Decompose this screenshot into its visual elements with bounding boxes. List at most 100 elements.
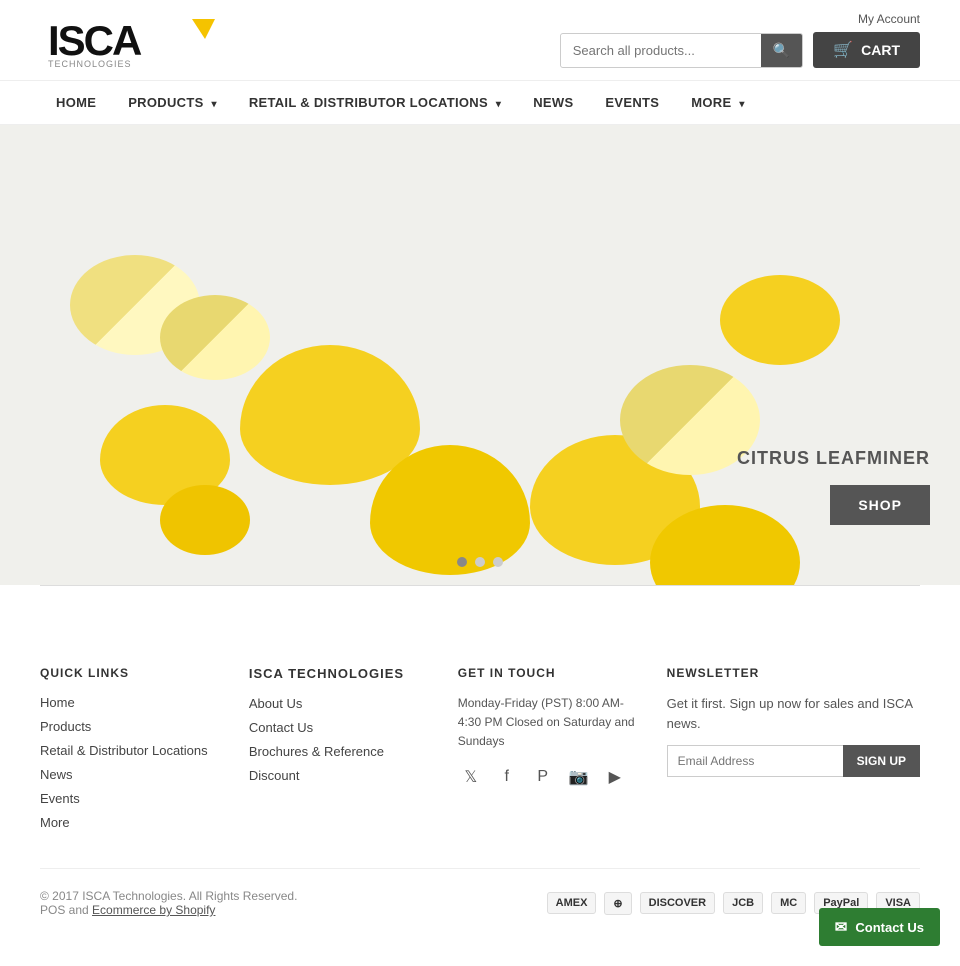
retail-dropdown-arrow: ▾ xyxy=(496,99,501,110)
footer-link-home[interactable]: Home xyxy=(40,695,75,710)
footer-newsletter: NEWSLETTER Get it first. Sign up now for… xyxy=(667,666,920,838)
instagram-icon[interactable]: 📷 xyxy=(566,764,592,790)
footer-link-news[interactable]: News xyxy=(40,767,73,782)
cart-icon: 🛒 xyxy=(833,40,853,60)
header-top: ISCA TECHNOLOGIES My Account 🔍 🛒 CA xyxy=(0,0,960,80)
quick-links-title: QUICK LINKS xyxy=(40,666,219,680)
carousel-dot-2[interactable] xyxy=(475,557,485,567)
footer-quick-links: QUICK LINKS Home Products Retail & Distr… xyxy=(40,666,219,838)
amex-icon: AMEX xyxy=(547,892,597,914)
shop-button[interactable]: SHOP xyxy=(830,485,930,525)
list-item: Contact Us xyxy=(249,719,428,735)
list-item: Retail & Distributor Locations xyxy=(40,742,219,758)
logo[interactable]: ISCA TECHNOLOGIES xyxy=(40,10,220,70)
newsletter-desc: Get it first. Sign up now for sales and … xyxy=(667,694,920,733)
nav-list: HOME PRODUCTS ▾ RETAIL & DISTRIBUTOR LOC… xyxy=(40,81,920,124)
facebook-icon[interactable]: f xyxy=(494,764,520,790)
get-in-touch-title: GET IN TOUCH xyxy=(458,666,637,680)
hero-overlay: CITRUS LEAFMINER SHOP xyxy=(624,125,960,585)
newsletter-signup-button[interactable]: SIGN UP xyxy=(843,745,920,777)
footer-link-products[interactable]: Products xyxy=(40,719,91,734)
footer-link-retail[interactable]: Retail & Distributor Locations xyxy=(40,743,208,758)
search-bar: 🔍 xyxy=(560,33,803,68)
logo-area: ISCA TECHNOLOGIES xyxy=(40,10,220,70)
youtube-icon[interactable]: ▶ xyxy=(602,764,628,790)
header-actions: 🔍 🛒 CART xyxy=(560,32,920,68)
list-item: Events xyxy=(40,790,219,806)
carousel-dots xyxy=(457,557,503,567)
pinterest-icon[interactable]: P xyxy=(530,764,556,790)
search-input[interactable] xyxy=(561,35,761,66)
carousel-dot-3[interactable] xyxy=(493,557,503,567)
footer-copyright: © 2017 ISCA Technologies. All Rights Res… xyxy=(40,889,297,917)
cart-button[interactable]: 🛒 CART xyxy=(813,32,920,68)
carousel-dot-1[interactable] xyxy=(457,557,467,567)
search-icon: 🔍 xyxy=(773,42,790,58)
cart-label: CART xyxy=(861,42,900,58)
envelope-icon: ✉ xyxy=(835,918,848,936)
footer-link-events[interactable]: Events xyxy=(40,791,80,806)
nav-item-retail: RETAIL & DISTRIBUTOR LOCATIONS ▾ xyxy=(233,81,517,124)
list-item: Home xyxy=(40,694,219,710)
nav-link-products[interactable]: PRODUCTS ▾ xyxy=(112,81,233,124)
list-item: About Us xyxy=(249,695,428,711)
my-account-link[interactable]: My Account xyxy=(858,12,920,26)
newsletter-form: SIGN UP xyxy=(667,745,920,777)
spacer xyxy=(0,586,960,626)
header: ISCA TECHNOLOGIES My Account 🔍 🛒 CA xyxy=(0,0,960,125)
mastercard-icon: MC xyxy=(771,892,806,914)
svg-text:TECHNOLOGIES: TECHNOLOGIES xyxy=(48,59,132,69)
discover-icon: DISCOVER xyxy=(640,892,715,914)
copyright-text: © 2017 ISCA Technologies. All Rights Res… xyxy=(40,889,297,903)
footer-grid: QUICK LINKS Home Products Retail & Distr… xyxy=(40,666,920,838)
lemon-cut-2 xyxy=(160,295,270,380)
nav-item-more: MORE ▾ xyxy=(675,81,760,124)
footer-isca: ISCA TECHNOLOGIES About Us Contact Us Br… xyxy=(249,666,428,838)
newsletter-title: NEWSLETTER xyxy=(667,666,920,680)
footer-link-discount[interactable]: Discount xyxy=(249,768,300,783)
social-icons: 𝕏 f P 📷 ▶ xyxy=(458,764,637,790)
svg-text:ISCA: ISCA xyxy=(48,17,142,64)
jcb-icon: JCB xyxy=(723,892,763,914)
nav-link-more[interactable]: MORE ▾ xyxy=(675,81,760,124)
nav-item-home: HOME xyxy=(40,81,112,124)
isca-links-list: About Us Contact Us Brochures & Referenc… xyxy=(249,695,428,783)
nav-item-news: NEWS xyxy=(517,81,589,124)
hero-title: CITRUS LEAFMINER xyxy=(737,448,930,469)
twitter-icon[interactable]: 𝕏 xyxy=(458,764,484,790)
search-button[interactable]: 🔍 xyxy=(761,34,802,67)
products-dropdown-arrow: ▾ xyxy=(211,99,216,110)
footer-bottom: © 2017 ISCA Technologies. All Rights Res… xyxy=(40,868,920,917)
pos-text: POS and xyxy=(40,903,89,917)
list-item: Products xyxy=(40,718,219,734)
newsletter-email-input[interactable] xyxy=(667,745,843,777)
header-right: My Account 🔍 🛒 CART xyxy=(560,12,920,68)
get-in-touch-hours: Monday-Friday (PST) 8:00 AM- 4:30 PM Clo… xyxy=(458,694,637,752)
list-item: Brochures & Reference xyxy=(249,743,428,759)
isca-title: ISCA TECHNOLOGIES xyxy=(249,666,428,681)
list-item: More xyxy=(40,814,219,830)
nav-item-products: PRODUCTS ▾ xyxy=(112,81,233,124)
footer-link-more[interactable]: More xyxy=(40,815,70,830)
footer: QUICK LINKS Home Products Retail & Distr… xyxy=(0,626,960,937)
more-dropdown-arrow: ▾ xyxy=(739,99,744,110)
nav-link-events[interactable]: EVENTS xyxy=(589,81,675,124)
quick-links-list: Home Products Retail & Distributor Locat… xyxy=(40,694,219,830)
footer-link-brochures[interactable]: Brochures & Reference xyxy=(249,744,384,759)
nav-link-retail[interactable]: RETAIL & DISTRIBUTOR LOCATIONS ▾ xyxy=(233,81,517,124)
contact-float-button[interactable]: ✉ Contact Us xyxy=(819,908,940,946)
nav-link-news[interactable]: NEWS xyxy=(517,81,589,124)
list-item: Discount xyxy=(249,767,428,783)
nav-link-home[interactable]: HOME xyxy=(40,81,112,124)
navigation: HOME PRODUCTS ▾ RETAIL & DISTRIBUTOR LOC… xyxy=(0,80,960,125)
hero-section: CITRUS LEAFMINER SHOP xyxy=(0,125,960,585)
ecommerce-link[interactable]: Ecommerce by Shopify xyxy=(92,903,215,917)
contact-float-label: Contact Us xyxy=(855,920,924,935)
nav-item-events: EVENTS xyxy=(589,81,675,124)
footer-link-contact[interactable]: Contact Us xyxy=(249,720,313,735)
diners-icon: ⊕ xyxy=(604,892,631,915)
list-item: News xyxy=(40,766,219,782)
footer-link-about[interactable]: About Us xyxy=(249,696,302,711)
lemon-big-1 xyxy=(240,345,420,485)
lemon-small xyxy=(160,485,250,555)
